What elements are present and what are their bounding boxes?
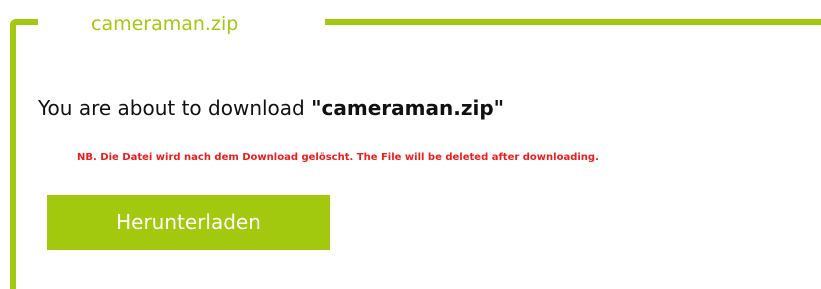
panel-border-left	[10, 19, 16, 289]
download-button[interactable]: Herunterladen	[47, 195, 330, 250]
download-filename: "cameraman.zip"	[311, 96, 505, 120]
deletion-notice: NB. Die Datei wird nach dem Download gel…	[77, 152, 599, 163]
panel-title: cameraman.zip	[91, 13, 239, 35]
download-panel: cameraman.zip You are about to download …	[0, 0, 821, 289]
panel-border-top-right	[325, 19, 821, 25]
download-message-prefix: You are about to download	[38, 96, 312, 120]
download-message: You are about to download "cameraman.zip…	[38, 96, 504, 120]
